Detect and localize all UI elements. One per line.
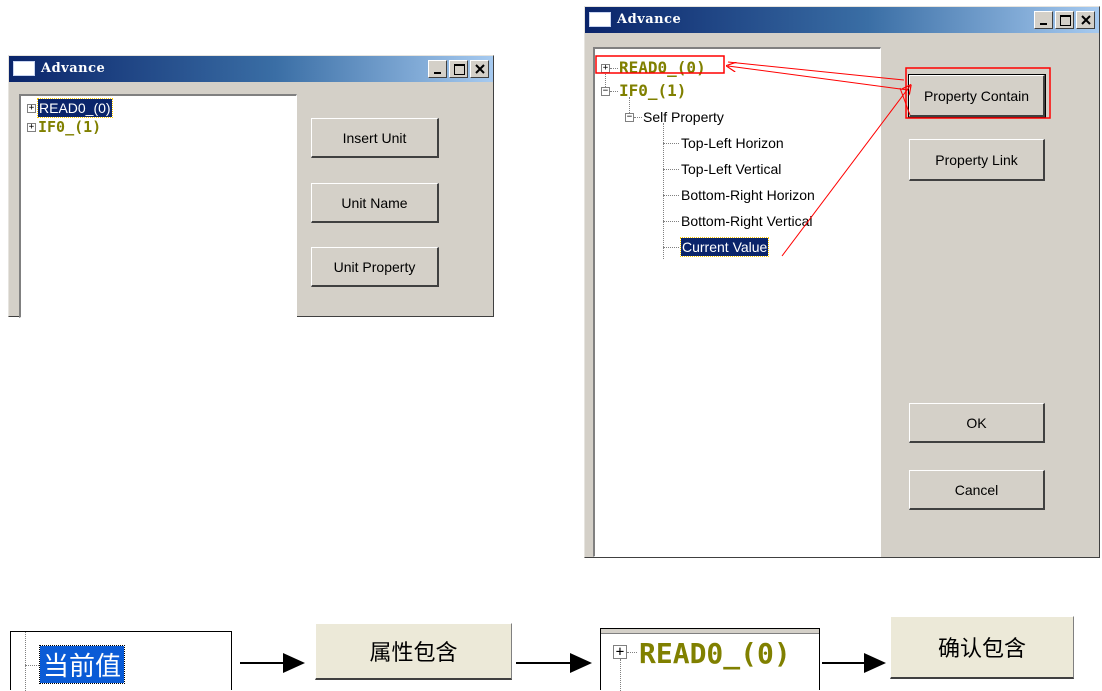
flow-arrows — [240, 653, 886, 673]
expand-icon[interactable]: + — [613, 645, 627, 659]
flow-step-read0: + READ0_(0) — [600, 628, 820, 691]
flow-read0-label: READ0_(0) — [639, 637, 791, 670]
flow-property-contain-button[interactable]: 属性包含 — [315, 623, 512, 680]
flow-confirm-contain-button[interactable]: 确认包含 — [890, 616, 1074, 679]
